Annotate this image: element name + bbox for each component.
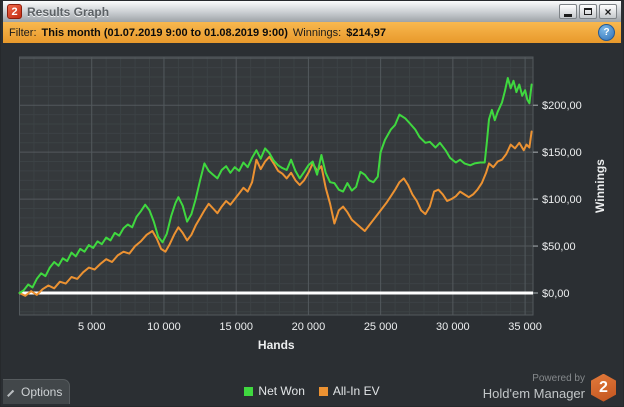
results-chart: $0,00 $50,00 $100,00 $150,00 $200,00 5 000 10 … — [18, 56, 607, 352]
powered-by-branding: Powered by Hold'em Manager 2 — [483, 373, 616, 402]
x-tick-label: 5 000 — [78, 321, 106, 333]
results-graph-window: 2 Results Graph × Filter: This month (01… — [0, 0, 624, 407]
x-tick-label: 20 000 — [292, 321, 326, 333]
legend-swatch — [244, 386, 254, 396]
hm2-logo-icon: 2 — [591, 373, 616, 402]
maximize-button[interactable] — [579, 4, 597, 19]
x-tick-label: 30 000 — [436, 321, 470, 333]
close-icon: × — [604, 4, 612, 19]
maximize-icon — [584, 8, 592, 15]
minimize-button[interactable] — [559, 4, 577, 19]
holdem-manager-text: Hold'em Manager — [482, 385, 585, 401]
window-title: Results Graph — [27, 4, 110, 19]
y-tick-label: $0,00 — [542, 288, 570, 300]
y-axis-title: Winnings — [593, 159, 607, 213]
x-tick-label: 35 000 — [508, 321, 542, 333]
legend-label: Net Won — [258, 384, 305, 398]
winnings-label: Winnings: — [292, 26, 342, 39]
legend-swatch — [318, 386, 328, 396]
app-icon: 2 — [7, 4, 22, 19]
bottom-bar: Options Net Won All-In EV Powered by Hold… — [3, 366, 621, 404]
filter-value[interactable]: This month (01.07.2019 9:00 to 01.08.201… — [42, 27, 288, 39]
x-tick-label: 15 000 — [219, 321, 253, 333]
x-tick-label: 10 000 — [147, 321, 181, 333]
y-tick-label: $50,00 — [542, 241, 576, 253]
winnings-value: $214,97 — [346, 26, 386, 39]
y-tick-label: $100,00 — [542, 194, 582, 206]
title-bar: 2 Results Graph × — [3, 1, 621, 23]
y-tick-label: $150,00 — [542, 147, 582, 159]
close-button[interactable]: × — [599, 4, 617, 19]
minimize-icon — [564, 13, 572, 17]
x-axis-title: Hands — [258, 338, 295, 352]
filter-bar: Filter: This month (01.07.2019 9:00 to 0… — [3, 22, 621, 43]
powered-by-text: Powered by — [532, 373, 585, 385]
legend-item: Net Won — [244, 384, 305, 398]
help-icon[interactable]: ? — [598, 24, 615, 41]
filter-label: Filter: — [9, 26, 37, 39]
legend-item: All-In EV — [318, 384, 380, 398]
x-tick-label: 25 000 — [364, 321, 398, 333]
y-tick-label: $200,00 — [542, 100, 582, 112]
legend-label: All-In EV — [332, 384, 380, 398]
